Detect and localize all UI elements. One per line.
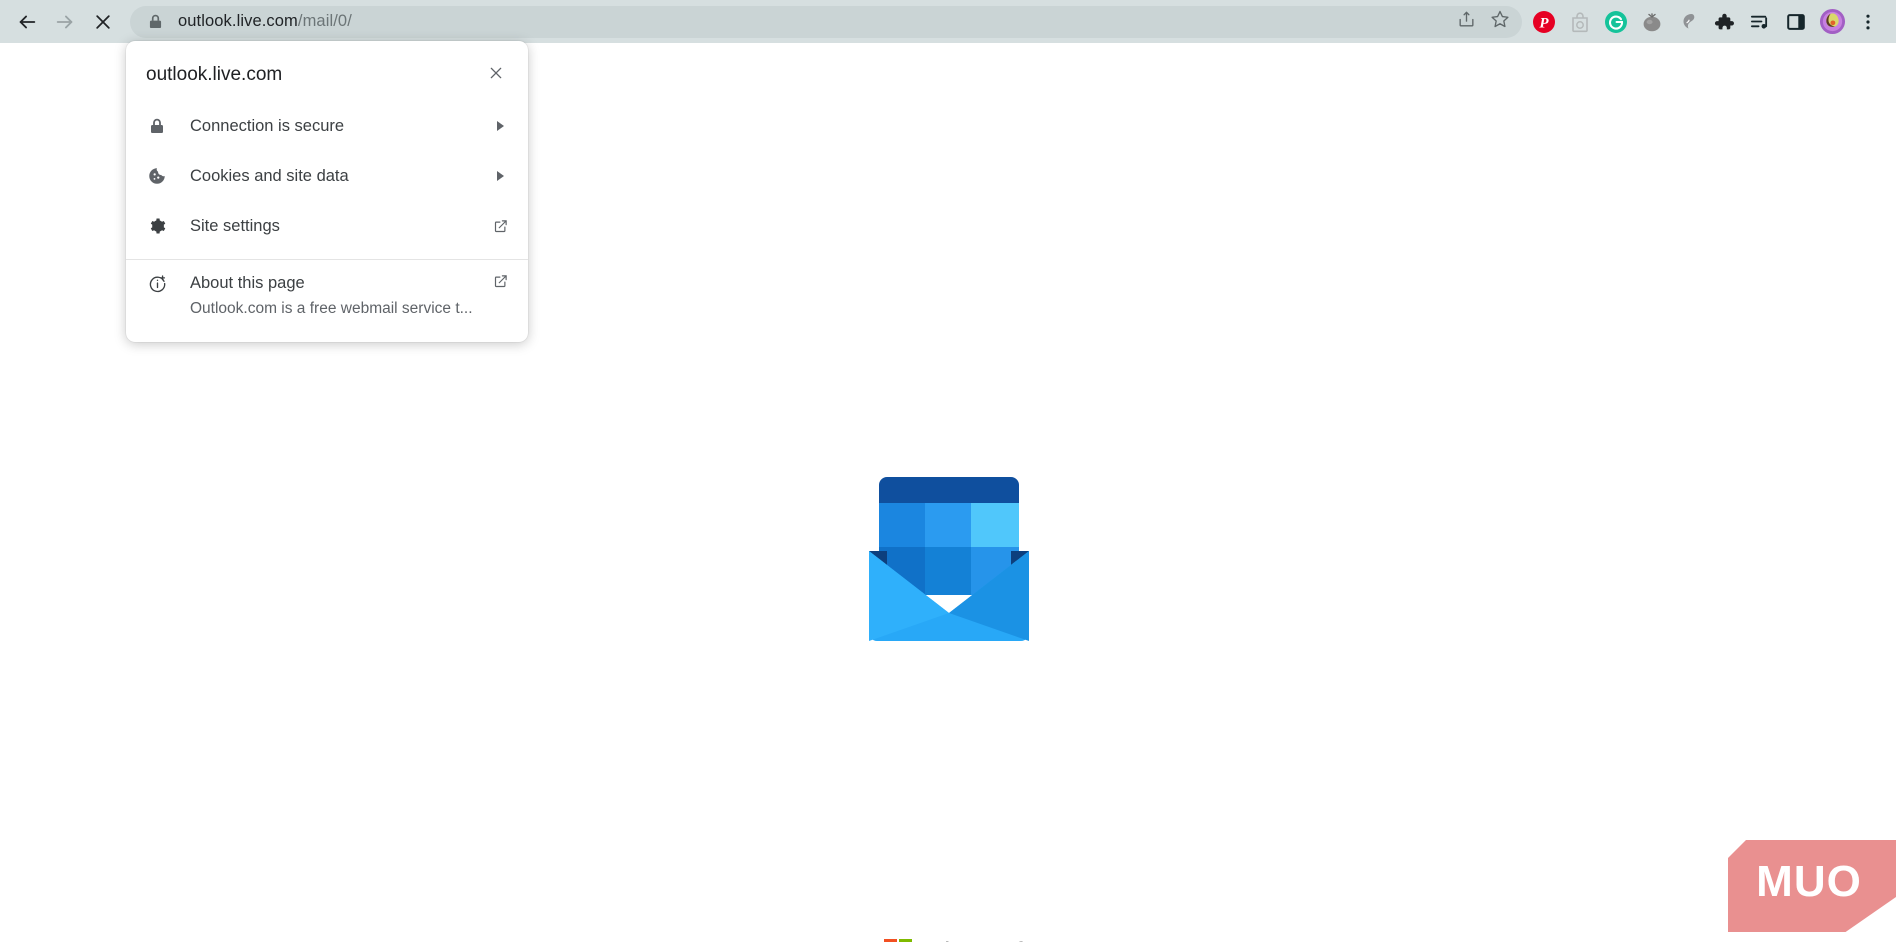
tomato-timer-extension-icon[interactable]	[1634, 4, 1670, 40]
extensions-puzzle-icon[interactable]	[1706, 4, 1742, 40]
close-panel-button[interactable]	[482, 61, 510, 89]
forward-button[interactable]	[46, 3, 84, 41]
microsoft-logo: Microsoft	[884, 937, 1030, 942]
close-x-icon	[488, 65, 504, 86]
about-page-texts: About this page Outlook.com is a free we…	[190, 272, 490, 320]
url-domain: outlook.live.com	[178, 12, 298, 30]
site-info-row-cookies[interactable]: Cookies and site data	[126, 151, 528, 201]
muo-watermark: MUO	[1728, 840, 1896, 932]
site-info-row-label: Cookies and site data	[190, 166, 349, 185]
address-bar-actions	[1450, 6, 1516, 38]
panel-divider	[126, 259, 528, 260]
arrow-left-icon	[16, 11, 38, 33]
browser-toolbar: outlook.live.com/mail/0/ P	[0, 0, 1896, 43]
info-plus-icon	[146, 274, 168, 293]
bookmark-button[interactable]	[1484, 6, 1516, 38]
site-info-row-about-page[interactable]: About this page Outlook.com is a free we…	[126, 266, 528, 342]
stop-loading-button[interactable]	[84, 3, 122, 41]
site-info-row-label: Site settings	[190, 216, 280, 235]
about-page-title: About this page	[190, 274, 305, 292]
microsoft-wordmark: Microsoft	[922, 937, 1030, 942]
share-icon	[1457, 10, 1476, 34]
site-information-panel: outlook.live.com Connection is secure Co…	[126, 41, 528, 342]
site-info-row-label: Connection is secure	[190, 116, 345, 135]
muo-watermark-text: MUO	[1756, 857, 1862, 906]
back-button[interactable]	[8, 3, 46, 41]
address-bar[interactable]: outlook.live.com/mail/0/	[130, 5, 1522, 38]
media-playlist-icon[interactable]	[1742, 4, 1778, 40]
extension-toolbar: P	[1522, 4, 1890, 40]
shopping-bag-extension-icon[interactable]	[1562, 4, 1598, 40]
star-icon	[1490, 9, 1510, 34]
url-path: /mail/0/	[297, 12, 352, 30]
close-x-icon	[93, 12, 113, 32]
chrome-menu-icon[interactable]	[1850, 4, 1886, 40]
site-info-title: outlook.live.com	[146, 64, 283, 85]
outlook-logo	[869, 475, 1029, 643]
avatar[interactable]	[1814, 4, 1850, 40]
surfshark-extension-icon[interactable]	[1670, 4, 1706, 40]
cookie-icon	[146, 167, 168, 185]
site-info-header: outlook.live.com	[126, 41, 528, 101]
external-link-icon	[490, 274, 510, 289]
share-button[interactable]	[1450, 6, 1482, 38]
chevron-right-icon	[490, 120, 510, 132]
pinterest-extension-icon[interactable]: P	[1526, 4, 1562, 40]
gear-icon	[146, 217, 168, 235]
lock-icon[interactable]	[146, 13, 164, 31]
site-info-row-site-settings[interactable]: Site settings	[126, 201, 528, 251]
side-panel-icon[interactable]	[1778, 4, 1814, 40]
external-link-icon	[490, 219, 510, 234]
arrow-right-icon	[54, 11, 76, 33]
url-text[interactable]: outlook.live.com/mail/0/	[178, 12, 1450, 31]
grammarly-extension-icon[interactable]	[1598, 4, 1634, 40]
microsoft-squares	[884, 938, 912, 942]
site-info-row-connection[interactable]: Connection is secure	[126, 101, 528, 151]
lock-icon	[146, 118, 168, 134]
about-page-subtitle: Outlook.com is a free webmail service t.…	[190, 300, 473, 317]
chevron-right-icon	[490, 170, 510, 182]
svg-text:P: P	[1539, 15, 1549, 31]
